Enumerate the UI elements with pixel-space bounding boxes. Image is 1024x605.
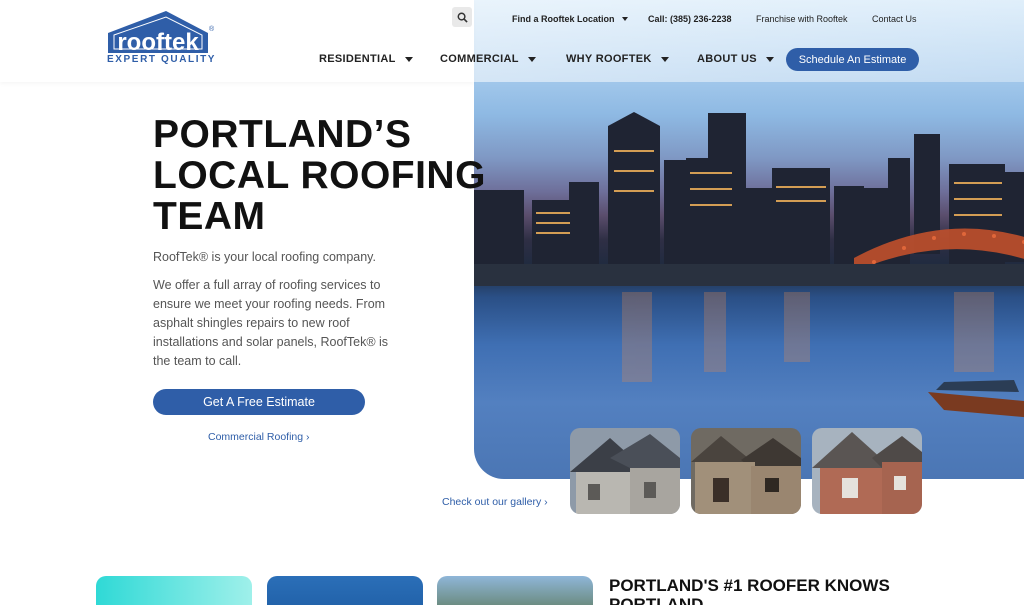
house-photo-3 <box>812 428 922 514</box>
nav-residential[interactable]: RESIDENTIAL <box>319 53 413 65</box>
call-label: Call: (385) 236-2238 <box>648 14 732 24</box>
find-location-label: Find a Rooftek Location <box>512 14 615 24</box>
svg-text:®: ® <box>209 25 215 33</box>
search-icon <box>457 12 468 23</box>
service-card-1[interactable] <box>96 576 252 605</box>
nav-why-rooftek-label: WHY ROOFTEK <box>566 53 652 65</box>
free-estimate-button[interactable]: Get A Free Estimate <box>153 389 365 415</box>
hero-title-line-3: TEAM <box>153 195 266 238</box>
gallery-thumbnail-1[interactable] <box>570 428 680 514</box>
hero-intro: RoofTek® is your local roofing company. <box>153 250 376 264</box>
hero-title-line-1: PORTLAND’S <box>153 113 412 156</box>
franchise-link[interactable]: Franchise with Rooftek <box>756 14 848 24</box>
nav-commercial-label: COMMERCIAL <box>440 53 519 65</box>
search-button[interactable] <box>452 7 472 27</box>
franchise-label: Franchise with Rooftek <box>756 14 848 24</box>
nav-about-us[interactable]: ABOUT US <box>697 53 774 65</box>
nav-about-us-label: ABOUT US <box>697 53 757 65</box>
find-location-menu[interactable]: Find a Rooftek Location <box>512 14 628 24</box>
house-photo-1 <box>570 428 680 514</box>
chevron-down-icon <box>621 17 628 21</box>
svg-text:rooftek: rooftek <box>117 29 199 56</box>
gallery-thumbnail-3[interactable] <box>812 428 922 514</box>
gallery-thumbnail-2[interactable] <box>691 428 801 514</box>
house-photo-2 <box>691 428 801 514</box>
call-link[interactable]: Call: (385) 236-2238 <box>648 14 732 24</box>
logo-tagline: EXPERT QUALITY <box>107 54 217 65</box>
header-overlay <box>474 0 1024 82</box>
hero-body: We offer a full array of roofing service… <box>153 278 389 368</box>
chevron-down-icon <box>765 56 774 62</box>
chevron-down-icon <box>404 56 413 62</box>
service-card-3[interactable] <box>437 576 593 605</box>
header-background <box>0 0 474 82</box>
gallery-link[interactable]: Check out our gallery › <box>442 496 548 508</box>
nav-residential-label: RESIDENTIAL <box>319 53 396 65</box>
schedule-estimate-button[interactable]: Schedule An Estimate <box>786 48 919 71</box>
contact-link[interactable]: Contact Us <box>872 14 917 24</box>
service-card-2[interactable] <box>267 576 423 605</box>
contact-label: Contact Us <box>872 14 917 24</box>
chevron-down-icon <box>660 56 669 62</box>
site-header: rooftek ® EXPERT QUALITY Find a Rooftek … <box>0 0 1024 82</box>
commercial-roofing-link[interactable]: Commercial Roofing › <box>208 431 310 443</box>
section-title: PORTLAND'S #1 ROOFER KNOWS PORTLAND <box>609 576 890 605</box>
nav-why-rooftek[interactable]: WHY ROOFTEK <box>566 53 669 65</box>
nav-commercial[interactable]: COMMERCIAL <box>440 53 536 65</box>
hero-title: PORTLAND’S LOCAL ROOFING TEAM <box>153 114 486 237</box>
chevron-down-icon <box>527 56 536 62</box>
page: rooftek ® EXPERT QUALITY Find a Rooftek … <box>0 0 1024 605</box>
hero-title-line-2: LOCAL ROOFING <box>153 154 486 197</box>
